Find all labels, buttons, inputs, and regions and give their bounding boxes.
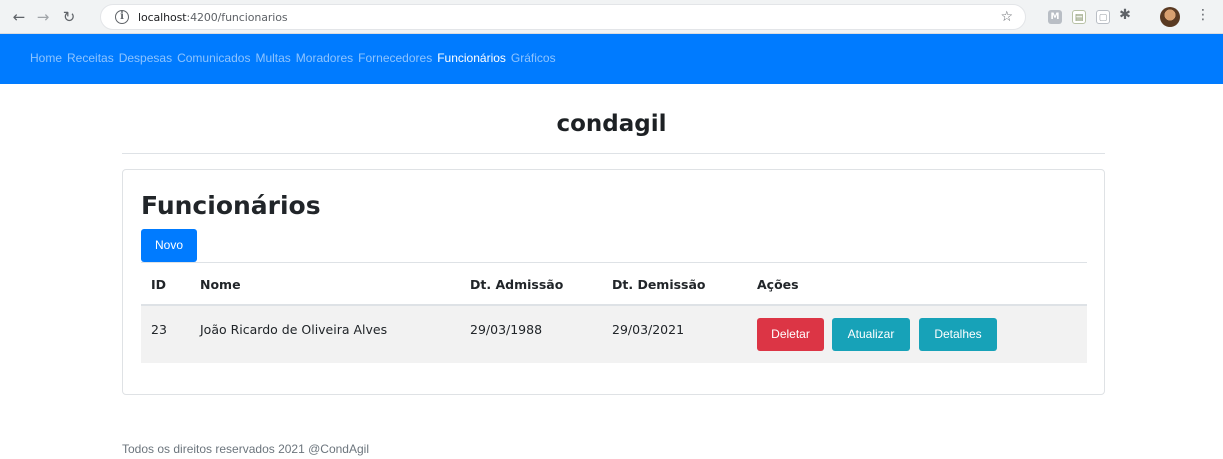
- page-title: Funcionários: [141, 191, 321, 220]
- column-header-acoes: Ações: [757, 277, 799, 292]
- nav-item-multas[interactable]: Multas: [255, 51, 290, 65]
- brand-divider: [122, 153, 1105, 154]
- nav-item-funcionarios[interactable]: Funcionários: [437, 51, 506, 65]
- profile-avatar[interactable]: [1160, 7, 1180, 27]
- footer-text: Todos os direitos reservados 2021 @CondA…: [122, 442, 369, 456]
- column-header-id: ID: [151, 277, 167, 292]
- brand-title: condagil: [556, 111, 667, 137]
- nav-item-despesas[interactable]: Despesas: [119, 51, 172, 65]
- main-navbar: Home Receitas Despesas Comunicados Multas Mor…: [0, 34, 1223, 84]
- browser-toolbar: ← → ↻ i localhost:4200/funcionarios ☆ M …: [0, 0, 1223, 34]
- funcionarios-card: Funcionários Novo ID Nome Dt. Admissão D…: [122, 169, 1105, 395]
- bookmark-star-icon[interactable]: ☆: [1000, 9, 1013, 25]
- forward-arrow-icon[interactable]: →: [32, 6, 54, 28]
- cell-demissao: 29/03/2021: [612, 322, 685, 337]
- nav-item-comunicados[interactable]: Comunicados: [177, 51, 250, 65]
- extensions-puzzle-icon[interactable]: ✱: [1118, 8, 1132, 22]
- info-icon[interactable]: i: [115, 10, 129, 24]
- extension-m-icon[interactable]: M: [1048, 10, 1062, 24]
- url-text[interactable]: localhost:4200/funcionarios: [138, 11, 288, 24]
- cell-admissao: 29/03/1988: [470, 322, 543, 337]
- browser-menu-icon[interactable]: ⋮: [1196, 7, 1210, 23]
- nav-item-moradores[interactable]: Moradores: [296, 51, 353, 65]
- column-header-demissao: Dt. Demissão: [612, 277, 706, 292]
- nav-item-receitas[interactable]: Receitas: [67, 51, 114, 65]
- extension-sheet-icon[interactable]: ▤: [1072, 10, 1086, 24]
- nav-item-graficos[interactable]: Gráficos: [511, 51, 556, 65]
- table-top-border: [141, 262, 1087, 263]
- nav-item-home[interactable]: Home: [30, 51, 62, 65]
- nav-item-fornecedores[interactable]: Fornecedores: [358, 51, 432, 65]
- extension-box-icon[interactable]: ▢: [1096, 10, 1110, 24]
- back-arrow-icon[interactable]: ←: [8, 6, 30, 28]
- reload-icon[interactable]: ↻: [58, 6, 80, 28]
- update-button[interactable]: Atualizar: [832, 318, 910, 351]
- column-header-admissao: Dt. Admissão: [470, 277, 564, 292]
- cell-id: 23: [151, 322, 167, 337]
- new-employee-button[interactable]: Novo: [141, 229, 197, 262]
- details-button[interactable]: Detalhes: [919, 318, 997, 351]
- nav-links: Home Receitas Despesas Comunicados Multas Mor…: [30, 51, 561, 65]
- address-bar[interactable]: i localhost:4200/funcionarios ☆: [100, 4, 1026, 30]
- delete-button[interactable]: Deletar: [757, 318, 824, 351]
- column-header-nome: Nome: [200, 277, 241, 292]
- cell-nome: João Ricardo de Oliveira Alves: [200, 322, 388, 337]
